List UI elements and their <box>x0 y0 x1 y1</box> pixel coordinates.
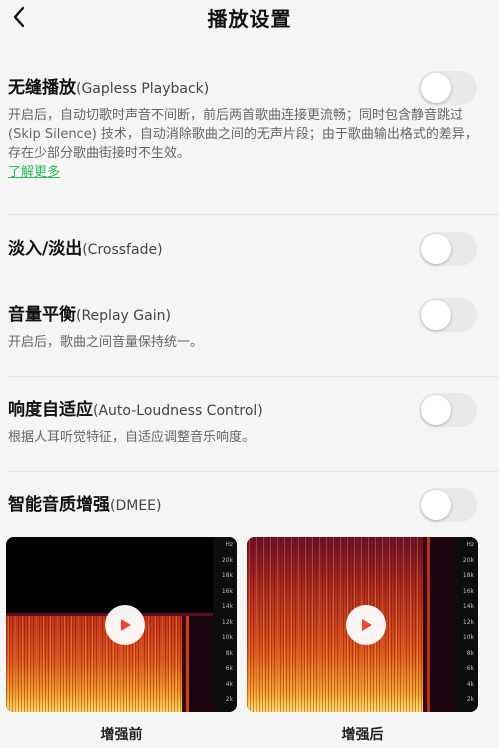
toggle-knob <box>421 73 451 103</box>
axis-label: 16k <box>221 587 233 595</box>
axis-label: 10k <box>221 634 233 641</box>
crossfade-setting: 淡入/淡出(Crossfade) <box>8 237 479 262</box>
axis-label: 20k <box>221 556 233 564</box>
gapless-title: 无缝播放 <box>8 78 76 98</box>
divider <box>8 376 499 377</box>
after-caption: 增强后 <box>341 727 384 743</box>
play-button[interactable] <box>105 605 145 645</box>
replay-gain-title: 音量平衡 <box>8 305 76 325</box>
dmee-title-en: (DMEE) <box>110 498 162 514</box>
axis-label: 1k <box>467 712 474 713</box>
crossfade-title-en: (Crossfade) <box>82 242 163 258</box>
axis-label: 4k <box>225 680 233 688</box>
axis-label: 14k <box>462 603 474 610</box>
dmee-title: 智能音质增强 <box>8 495 110 515</box>
axis-label: Hz <box>225 541 233 548</box>
loudness-description: 根据人耳听觉特征，自适应调整音乐响度。 <box>8 430 256 445</box>
before-caption: 增强前 <box>100 727 143 743</box>
gapless-description: 开启后，自动切歌时声音不间断，前后两首歌曲连接更流畅；同时包含静音跳过 (Ski… <box>8 108 478 161</box>
axis-label: 2k <box>466 696 474 703</box>
toggle-knob <box>421 395 451 425</box>
axis-label: 12k <box>462 618 474 626</box>
axis-label: 6k <box>225 665 233 672</box>
gapless-setting: 无缝播放(Gapless Playback) 开启后，自动切歌时声音不间断，前后… <box>8 76 479 182</box>
axis-label: 20k <box>462 556 474 564</box>
dmee-toggle[interactable] <box>419 488 477 522</box>
loudness-title-en: (Auto-Loudness Control) <box>93 403 263 419</box>
play-button[interactable] <box>346 605 386 645</box>
toggle-knob <box>421 234 451 264</box>
spectrogram-after[interactable]: Hz 20k 18k 16k 14k 12k 10k 8k 6k 4k 2k 1k <box>247 537 478 712</box>
toggle-knob <box>421 490 451 520</box>
axis-label: 4k <box>466 680 474 688</box>
replay-gain-toggle[interactable] <box>419 298 477 332</box>
play-icon <box>121 619 131 631</box>
replay-gain-setting: 音量平衡(Replay Gain) 开启后，歌曲之间音量保持统一。 <box>8 303 479 352</box>
divider <box>8 214 499 215</box>
header-bar: 播放设置 <box>0 0 499 36</box>
loudness-toggle[interactable] <box>419 393 477 427</box>
axis-label: 6k <box>466 665 474 672</box>
axis-label: 18k <box>221 572 233 579</box>
loudness-title: 响度自适应 <box>8 400 93 420</box>
play-icon <box>362 619 372 631</box>
gapless-title-en: (Gapless Playback) <box>76 81 210 97</box>
learn-more-link[interactable]: 了解更多 <box>8 163 479 182</box>
gapless-toggle[interactable] <box>419 71 477 105</box>
dmee-setting: 智能音质增强(DMEE) <box>8 493 479 518</box>
axis-label: 8k <box>225 649 233 657</box>
crossfade-title: 淡入/淡出 <box>8 239 83 259</box>
replay-gain-description: 开启后，歌曲之间音量保持统一。 <box>8 335 204 350</box>
axis-label: 12k <box>221 618 233 626</box>
axis-label: 16k <box>462 587 474 595</box>
axis-label: 8k <box>466 649 474 657</box>
axis-label: 14k <box>221 603 233 610</box>
axis-label: 18k <box>462 572 474 579</box>
frequency-axis: Hz 20k 18k 16k 14k 12k 10k 8k 6k 4k 2k 1k <box>213 537 237 712</box>
crossfade-toggle[interactable] <box>419 232 477 266</box>
axis-label: Hz <box>466 541 474 548</box>
divider <box>8 471 499 472</box>
spectrogram-before[interactable]: Hz 20k 18k 16k 14k 12k 10k 8k 6k 4k 2k 1k <box>6 537 237 712</box>
toggle-knob <box>421 300 451 330</box>
replay-gain-title-en: (Replay Gain) <box>76 308 171 324</box>
axis-label: 10k <box>462 634 474 641</box>
frequency-axis: Hz 20k 18k 16k 14k 12k 10k 8k 6k 4k 2k 1k <box>454 537 478 712</box>
axis-label: 1k <box>226 712 233 713</box>
loudness-setting: 响度自适应(Auto-Loudness Control) 根据人耳听觉特征，自适… <box>8 398 479 447</box>
page-title: 播放设置 <box>207 7 292 31</box>
axis-label: 2k <box>225 696 233 703</box>
